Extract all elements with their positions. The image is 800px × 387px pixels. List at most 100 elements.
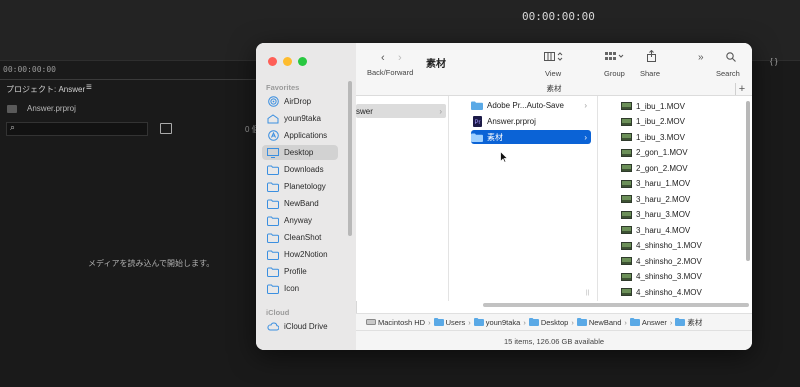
column-resize-handle[interactable]: || bbox=[586, 290, 589, 296]
folder-icon bbox=[576, 318, 587, 326]
chevron-right-icon: › bbox=[584, 100, 587, 110]
file-name: 4_shinsho_4.MOV bbox=[636, 287, 702, 297]
status-bar: 15 items, 126.06 GB available bbox=[356, 330, 752, 350]
video-file-icon bbox=[620, 117, 632, 126]
panel-menu-icon[interactable]: ≡ bbox=[86, 82, 92, 93]
path-segment-label: 素材 bbox=[687, 317, 703, 327]
path-segment[interactable]: youn9taka bbox=[473, 318, 520, 327]
sidebar-item-anyway[interactable]: Anyway bbox=[262, 213, 338, 228]
new-bin-icon[interactable] bbox=[160, 123, 172, 134]
airdrop-icon bbox=[266, 96, 280, 107]
group-icon[interactable] bbox=[605, 52, 625, 64]
group-label: Group bbox=[604, 69, 625, 78]
sidebar-item-label: Desktop bbox=[284, 148, 314, 157]
minimize-button[interactable] bbox=[283, 57, 292, 66]
video-file-icon bbox=[620, 257, 632, 265]
sidebar-item-planetology[interactable]: Planetology bbox=[262, 179, 338, 194]
search-icon[interactable] bbox=[726, 52, 736, 65]
finder-window: Favorites AirDrop youn9taka Applications De… bbox=[256, 43, 752, 350]
project-search-input[interactable] bbox=[6, 122, 148, 136]
back-arrow-icon[interactable]: ‹ bbox=[381, 52, 385, 64]
path-segment[interactable]: Users bbox=[433, 318, 465, 327]
tab-sozai[interactable]: 素材 bbox=[356, 81, 752, 95]
sidebar-item-how2notion[interactable]: How2Notion bbox=[262, 247, 338, 262]
folder-icon bbox=[266, 233, 280, 243]
file-row[interactable]: 3_haru_4.MOV bbox=[620, 223, 750, 237]
sidebar-item-applications[interactable]: Applications bbox=[262, 128, 338, 143]
path-separator-icon: › bbox=[523, 317, 526, 327]
zoom-button[interactable] bbox=[298, 57, 307, 66]
path-segment[interactable]: NewBand bbox=[576, 318, 621, 327]
video-file-icon bbox=[620, 179, 632, 188]
sidebar-item-label: Applications bbox=[284, 131, 328, 140]
sidebar-item-profile[interactable]: Profile bbox=[262, 264, 338, 279]
sidebar-item-newband[interactable]: NewBand bbox=[262, 196, 338, 211]
file-row[interactable]: 3_haru_2.MOV bbox=[620, 192, 750, 206]
path-segment[interactable]: Desktop bbox=[528, 317, 569, 327]
file-row[interactable]: 2_gon_2.MOV bbox=[620, 161, 750, 175]
file-row[interactable]: 1_ibu_2.MOV bbox=[620, 115, 750, 129]
finder-sidebar: Favorites AirDrop youn9taka Applications De… bbox=[256, 43, 357, 350]
sidebar-item-downloads[interactable]: Downloads bbox=[262, 162, 338, 177]
file-row[interactable]: 3_haru_3.MOV bbox=[620, 208, 750, 222]
path-segment[interactable]: Macintosh HD bbox=[366, 318, 425, 327]
path-segment[interactable]: 素材 bbox=[675, 317, 702, 328]
video-file-icon bbox=[620, 102, 632, 110]
file-row[interactable]: 4_shinsho_2.MOV bbox=[620, 254, 750, 268]
folder-icon bbox=[266, 284, 280, 294]
sidebar-item-label: Profile bbox=[284, 267, 307, 276]
sidebar-item-label: Planetology bbox=[284, 182, 326, 191]
column-item-autosave[interactable]: Adobe Pr...Auto-Save › bbox=[471, 98, 591, 112]
sidebar-item-label: Icon bbox=[284, 284, 300, 293]
folder-icon bbox=[266, 165, 280, 175]
folder-icon bbox=[675, 318, 686, 326]
file-row[interactable]: 1_ibu_1.MOV bbox=[620, 99, 750, 113]
folder-icon bbox=[629, 318, 640, 326]
sidebar-item-airdrop[interactable]: AirDrop bbox=[262, 94, 338, 109]
video-file-icon bbox=[620, 226, 632, 234]
sidebar-item-label: How2Notion bbox=[284, 250, 328, 259]
column-item-label: Adobe Pr...Auto-Save bbox=[487, 100, 564, 110]
horizontal-scrollbar[interactable] bbox=[483, 303, 749, 307]
project-panel-title[interactable]: プロジェクト: Answer bbox=[6, 84, 85, 95]
sidebar-item-youn9taka[interactable]: youn9taka bbox=[262, 111, 338, 126]
file-name: 4_shinsho_2.MOV bbox=[636, 256, 702, 266]
sidebar-item-icon[interactable]: Icon bbox=[262, 281, 338, 296]
column-item-label: Answer.prproj bbox=[487, 116, 536, 126]
file-row[interactable]: 3_haru_1.MOV bbox=[620, 177, 750, 191]
folder-icon bbox=[266, 182, 280, 192]
file-row[interactable]: 2_gon_1.MOV bbox=[620, 146, 750, 160]
project-file-icon bbox=[7, 105, 17, 113]
column-view-icon[interactable] bbox=[544, 52, 564, 64]
mouse-cursor bbox=[500, 150, 509, 168]
sidebar-item-cleanshot[interactable]: CleanShot bbox=[262, 230, 338, 245]
column-item-answer[interactable]: swer › bbox=[356, 104, 446, 118]
close-button[interactable] bbox=[268, 57, 277, 66]
column-item-answer-prproj[interactable]: Pr Answer.prproj bbox=[471, 114, 591, 128]
share-icon[interactable] bbox=[647, 49, 656, 65]
panel-divider bbox=[0, 79, 260, 80]
path-segment[interactable]: Answer bbox=[629, 318, 667, 327]
chevron-right-icon: › bbox=[439, 106, 442, 116]
sidebar-item-desktop[interactable]: Desktop bbox=[262, 145, 338, 160]
file-name: 3_haru_1.MOV bbox=[636, 179, 691, 188]
forward-arrow-icon[interactable]: › bbox=[398, 52, 402, 64]
column-item-sozai[interactable]: 素材 › bbox=[471, 130, 591, 144]
window-title: 素材 bbox=[426, 59, 446, 70]
sidebar-item-icloud-drive[interactable]: iCloud Drive bbox=[262, 319, 338, 334]
video-file-icon bbox=[620, 148, 632, 157]
video-file-icon bbox=[620, 288, 632, 296]
empty-project-message: メディアを読み込んで開始します。 bbox=[88, 259, 215, 268]
file-list-scrollbar[interactable] bbox=[746, 101, 750, 261]
path-segment-label: Desktop bbox=[540, 317, 569, 327]
file-row[interactable]: 1_ibu_3.MOV bbox=[620, 130, 750, 144]
file-row[interactable]: 4_shinsho_1.MOV bbox=[620, 239, 750, 253]
sidebar-scrollbar[interactable] bbox=[348, 81, 352, 236]
folder-icon bbox=[266, 250, 280, 260]
disk-icon bbox=[366, 318, 376, 326]
file-row[interactable]: 4_shinsho_3.MOV bbox=[620, 270, 750, 284]
path-separator-icon: › bbox=[428, 317, 431, 327]
new-tab-button[interactable]: + bbox=[735, 83, 748, 95]
file-row[interactable]: 4_shinsho_4.MOV bbox=[620, 285, 750, 299]
more-chevron-icon[interactable]: » bbox=[698, 52, 704, 63]
